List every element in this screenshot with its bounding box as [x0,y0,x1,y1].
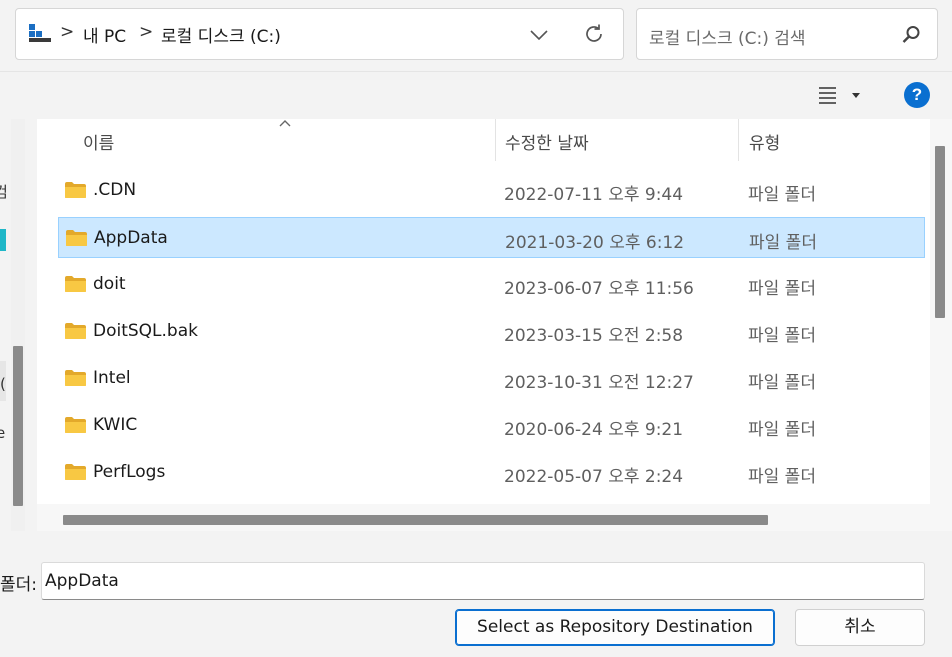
file-name[interactable]: KWIC [93,415,137,435]
file-row[interactable]: DoitSQL.bak 2023-03-15 오전 2:58 파일 폴더 [58,311,925,352]
file-row[interactable]: .CDN 2022-07-11 오후 9:44 파일 폴더 [58,170,925,211]
breadcrumb-separator: > [139,22,154,42]
file-row[interactable]: Intel 2023-10-31 오전 12:27 파일 폴더 [58,358,925,399]
refresh-icon[interactable] [582,22,606,46]
column-header-date[interactable]: 수정한 날짜 [505,129,589,154]
file-row[interactable]: AppData 2021-03-20 오후 6:12 파일 폴더 [58,217,925,258]
nav-item-fragment[interactable]: ( [0,375,6,393]
file-type: 파일 폴더 [749,233,817,253]
file-name[interactable]: Intel [93,368,131,388]
file-date-modified: 2022-07-11 오후 9:44 [504,185,684,205]
folder-icon [66,230,87,246]
file-name[interactable]: doit [93,274,126,294]
address-bar[interactable]: > 내 PC > 로컬 디스크 (C:) [15,8,624,60]
file-type: 파일 폴더 [748,467,816,487]
folder-label: 폴더: [0,575,38,595]
folder-name-input[interactable] [41,562,925,600]
column-header-type[interactable]: 유형 [749,129,780,154]
folder-icon [65,182,86,198]
nav-item-fragment[interactable]: e [0,424,5,442]
file-name[interactable]: AppData [94,228,168,248]
column-divider[interactable] [495,119,496,161]
file-row[interactable]: doit 2023-06-07 오후 11:56 파일 폴더 [58,264,925,305]
sort-ascending-icon [279,120,291,127]
file-type: 파일 폴더 [748,326,816,346]
folder-icon [65,370,86,386]
file-row[interactable]: PerfLogs 2022-05-07 오후 2:24 파일 폴더 [58,452,925,493]
chevron-down-icon[interactable] [528,25,550,45]
folder-icon [65,276,86,292]
folder-icon [65,323,86,339]
help-icon[interactable]: ? [904,82,930,108]
vertical-scrollbar-thumb[interactable] [935,146,945,318]
file-type: 파일 폴더 [748,279,816,299]
file-type: 파일 폴더 [748,420,816,440]
file-date-modified: 2022-05-07 오후 2:24 [504,467,684,487]
breadcrumb-this-pc[interactable]: 내 PC [83,22,126,47]
breadcrumb-separator: > [60,22,75,42]
file-date-modified: 2023-10-31 오전 12:27 [504,373,694,393]
folder-icon [65,417,86,433]
view-options-icon[interactable] [817,85,865,107]
file-name[interactable]: PerfLogs [93,462,165,482]
breadcrumb-local-disk[interactable]: 로컬 디스크 (C:) [161,22,281,47]
file-date-modified: 2023-03-15 오전 2:58 [504,326,684,346]
column-divider[interactable] [738,119,739,161]
file-name[interactable]: .CDN [93,180,136,200]
file-date-modified: 2020-06-24 오후 9:21 [504,420,684,440]
file-type: 파일 폴더 [748,373,816,393]
nav-scrollbar-thumb[interactable] [13,346,23,506]
nav-item-fragment[interactable]: 컴 [0,181,8,202]
column-header-name[interactable]: 이름 [83,129,114,154]
navigation-pane: 컴 ( e [0,119,33,531]
search-placeholder: 로컬 디스크 (C:) 검색 [649,29,806,49]
horizontal-scrollbar-thumb[interactable] [63,515,768,525]
select-destination-button[interactable]: Select as Repository Destination [455,609,775,646]
search-icon[interactable] [899,23,923,47]
file-name[interactable]: DoitSQL.bak [93,321,198,341]
folder-icon [65,464,86,480]
file-date-modified: 2021-03-20 오후 6:12 [505,233,685,253]
toolbar: ? [0,71,952,119]
search-box[interactable]: 로컬 디스크 (C:) 검색 [636,8,938,60]
nav-item-accent [0,229,6,251]
file-date-modified: 2023-06-07 오후 11:56 [504,279,694,299]
file-list: 이름 수정한 날짜 유형 .CDN 2022-07-11 오후 9:44 파일 폴더… [37,119,952,531]
file-row[interactable]: KWIC 2020-06-24 오후 9:21 파일 폴더 [58,405,925,446]
cancel-button[interactable]: 취소 [795,609,925,646]
pc-icon [29,24,51,42]
file-type: 파일 폴더 [748,185,816,205]
